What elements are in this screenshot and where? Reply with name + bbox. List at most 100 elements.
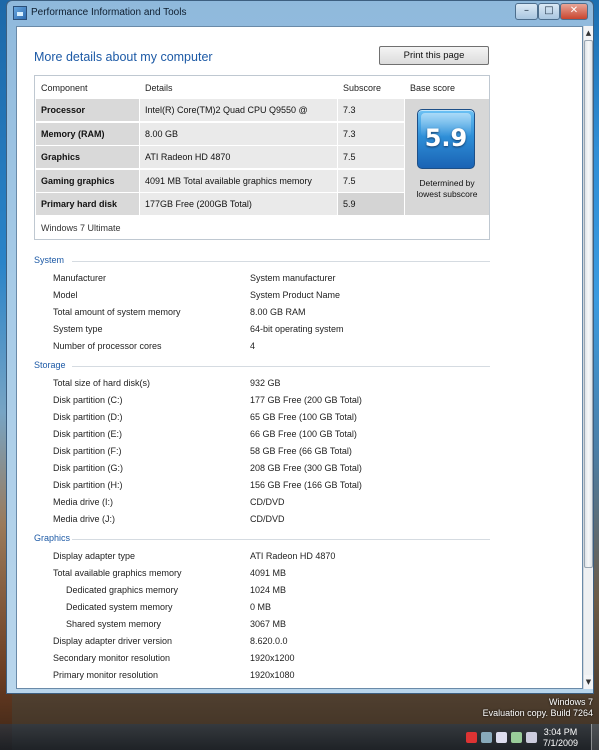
- section-divider: [72, 261, 490, 262]
- window-title: Performance Information and Tools: [31, 7, 187, 18]
- detail-label: Model: [53, 290, 78, 300]
- base-score-panel: 5.9 Determined by lowest subscore: [405, 99, 489, 215]
- detail-value: 177 GB Free (200 GB Total): [250, 395, 362, 405]
- section-title-storage: Storage: [34, 360, 66, 370]
- app-icon: [13, 6, 27, 20]
- detail-label: Display adapter type: [53, 551, 136, 561]
- maximize-button[interactable]: □: [538, 3, 560, 20]
- score-row: Memory (RAM) 8.00 GB 7.3: [36, 122, 404, 145]
- detail-value: 66 GB Free (100 GB Total): [250, 429, 357, 439]
- detail-label: System type: [53, 324, 103, 334]
- detail-label: Disk partition (C:): [53, 395, 123, 405]
- detail-value: CD/DVD: [250, 497, 285, 507]
- score-subscore: 7.3: [338, 122, 404, 145]
- base-caption-line: Determined by: [419, 178, 475, 188]
- watermark-line: Evaluation copy. Build 7264: [482, 708, 593, 718]
- score-row: Gaming graphics 4091 MB Total available g…: [36, 169, 404, 192]
- detail-label: Dedicated graphics memory: [66, 585, 179, 595]
- windows-edition: Windows 7 Ultimate: [41, 223, 121, 233]
- score-component: Graphics: [36, 146, 139, 168]
- base-score-badge: 5.9: [417, 109, 475, 169]
- detail-value: 8.620.0.0: [250, 636, 288, 646]
- detail-label: Disk partition (H:): [53, 480, 123, 490]
- detail-value: 1920x1200: [250, 653, 295, 663]
- detail-label: Disk partition (F:): [53, 446, 122, 456]
- detail-value: 64-bit operating system: [250, 324, 344, 334]
- detail-label: Number of processor cores: [53, 341, 162, 351]
- title-bar[interactable]: Performance Information and Tools – □ ✕: [7, 1, 593, 25]
- network-icon[interactable]: [481, 732, 492, 743]
- score-component: Processor: [36, 99, 139, 121]
- score-component: Memory (RAM): [36, 122, 139, 145]
- score-row: Processor Intel(R) Core(TM)2 Quad CPU Q95…: [36, 99, 404, 137]
- detail-label: Shared system memory: [66, 619, 162, 629]
- detail-value: 932 GB: [250, 378, 281, 388]
- section-divider: [72, 366, 490, 367]
- detail-label: Disk partition (E:): [53, 429, 123, 439]
- windows-watermark: Windows 7 Evaluation copy. Build 7264: [483, 697, 593, 719]
- clock-time: 3:04 PM: [543, 727, 578, 737]
- detail-value: System manufacturer: [250, 273, 336, 283]
- detail-label: Total size of hard disk(s): [53, 378, 151, 388]
- detail-label: Primary monitor resolution: [53, 670, 159, 680]
- score-component: Primary hard disk: [36, 193, 139, 215]
- score-row: Graphics ATI Radeon HD 4870 7.5: [36, 146, 404, 168]
- base-caption-line: lowest subscore: [416, 189, 478, 199]
- detail-value: 208 GB Free (300 GB Total): [250, 463, 362, 473]
- score-details: 8.00 GB: [140, 122, 337, 145]
- detail-label: Manufacturer: [53, 273, 107, 283]
- table-header: Component Details Subscore Base score: [35, 76, 489, 98]
- base-score-caption: Determined by lowest subscore: [405, 178, 489, 200]
- score-table: Component Details Subscore Base score Pr…: [34, 75, 490, 240]
- column-header: Component: [41, 83, 88, 93]
- score-subscore: 7.3: [338, 99, 404, 121]
- detail-value: 1920x1080: [250, 670, 295, 680]
- battery-icon[interactable]: [511, 732, 522, 743]
- minimize-button[interactable]: –: [515, 3, 538, 20]
- detail-label: Disk partition (G:): [53, 463, 124, 473]
- detail-value: System Product Name: [250, 290, 341, 300]
- detail-label: Dedicated system memory: [66, 602, 173, 612]
- scroll-down-arrow-icon[interactable]: ▼: [584, 675, 593, 689]
- scroll-up-arrow-icon[interactable]: ▲: [584, 26, 593, 40]
- detail-value: 4: [250, 341, 256, 351]
- system-clock[interactable]: 3:04 PM 7/1/2009: [543, 727, 578, 749]
- score-row: Primary hard disk 177GB Free (200GB Total…: [36, 193, 404, 215]
- detail-value: 4091 MB: [250, 568, 287, 578]
- performance-window: Performance Information and Tools – □ ✕ …: [6, 0, 594, 694]
- vertical-scrollbar[interactable]: ▲ ▼: [583, 26, 593, 689]
- score-subscore: 7.5: [338, 146, 404, 168]
- score-subscore: 5.9: [338, 193, 404, 215]
- flag-icon[interactable]: [466, 732, 477, 743]
- detail-label: Secondary monitor resolution: [53, 653, 171, 663]
- clock-date: 7/1/2009: [543, 738, 579, 748]
- section-title-graphics: Graphics: [34, 533, 71, 543]
- detail-value: 65 GB Free (100 GB Total): [250, 412, 357, 422]
- show-desktop-button[interactable]: [591, 724, 599, 750]
- detail-value: 1024 MB: [250, 585, 287, 595]
- score-component: Gaming graphics: [36, 169, 139, 192]
- detail-label: Total available graphics memory: [53, 568, 182, 578]
- monitor-icon[interactable]: [526, 732, 537, 743]
- close-button[interactable]: ✕: [560, 3, 588, 20]
- score-details: Intel(R) Core(TM)2 Quad CPU Q9550 @ 2.83…: [140, 99, 337, 137]
- score-details: 177GB Free (200GB Total): [140, 193, 337, 215]
- detail-label: Media drive (I:): [53, 497, 114, 507]
- watermark-line: Windows 7: [548, 697, 593, 707]
- detail-label: Media drive (J:): [53, 514, 116, 524]
- page-title: More details about my computer: [34, 50, 213, 64]
- section-title-system: System: [34, 255, 65, 265]
- detail-label: Display adapter driver version: [53, 636, 173, 646]
- detail-value: 8.00 GB RAM: [250, 307, 306, 317]
- volume-icon[interactable]: [496, 732, 507, 743]
- print-button[interactable]: Print this page: [379, 46, 489, 65]
- column-header: Details: [145, 83, 173, 93]
- detail-value: 3067 MB: [250, 619, 287, 629]
- scroll-thumb[interactable]: [584, 40, 593, 568]
- detail-value: 0 MB: [250, 602, 272, 612]
- detail-label: Disk partition (D:): [53, 412, 123, 422]
- detail-value: CD/DVD: [250, 514, 285, 524]
- score-details: 4091 MB Total available graphics memory: [140, 169, 337, 192]
- base-score-value: 5.9: [424, 124, 468, 152]
- detail-value: 58 GB Free (66 GB Total): [250, 446, 352, 456]
